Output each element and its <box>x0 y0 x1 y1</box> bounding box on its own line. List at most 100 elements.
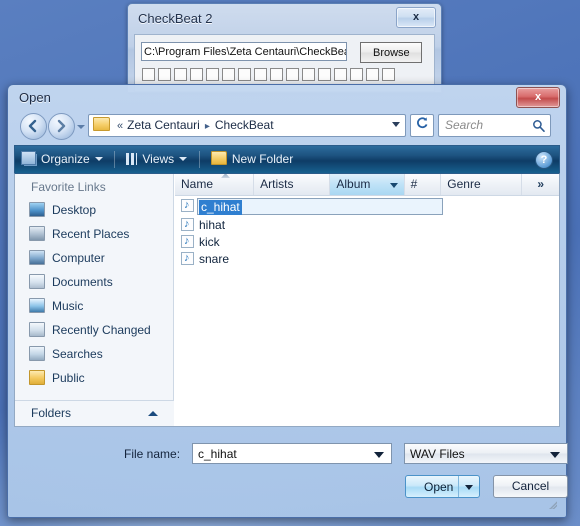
column-header-more[interactable]: » <box>522 174 559 195</box>
new-folder-icon <box>210 151 227 165</box>
breadcrumb-overflow-icon[interactable]: « <box>117 120 123 132</box>
beat-checkbox[interactable] <box>382 68 395 81</box>
column-header-track-number[interactable]: # <box>405 174 442 195</box>
beat-checkbox[interactable] <box>286 68 299 81</box>
sidebar-item-label: Documents <box>52 275 113 289</box>
new-folder-label: New Folder <box>231 152 294 166</box>
list-item-label: hihat <box>199 218 226 232</box>
sidebar-item-label: Music <box>52 299 84 313</box>
column-header-album[interactable]: Album <box>330 174 405 195</box>
column-header-genre[interactable]: Genre <box>441 174 523 195</box>
search-input[interactable]: Search <box>438 114 551 137</box>
chevron-up-icon[interactable] <box>148 411 158 416</box>
sidebar-item-desktop[interactable]: Desktop <box>15 198 173 222</box>
beat-checkbox[interactable] <box>206 68 219 81</box>
new-folder-button[interactable]: New Folder <box>205 146 299 173</box>
column-header-name[interactable]: Name <box>175 174 255 195</box>
navigation-buttons <box>20 113 86 140</box>
list-item-label: kick <box>199 235 220 249</box>
sidebar-item-label: Recently Changed <box>52 323 151 337</box>
close-icon[interactable]: x <box>516 87 560 108</box>
checkbeat-path-row: C:\Program Files\Zeta Centauri\CheckBea … <box>141 42 423 63</box>
folders-pane-toggle[interactable]: Folders <box>15 400 174 426</box>
checkbeat-titlebar[interactable]: CheckBeat 2 x <box>128 4 441 34</box>
checkbeat-title: CheckBeat 2 <box>138 11 213 26</box>
folder-icon <box>93 117 110 131</box>
sidebar-item-recently-changed[interactable]: Recently Changed <box>15 318 173 342</box>
beat-checkbox[interactable] <box>190 68 203 81</box>
sidebar-item-music[interactable]: Music <box>15 294 173 318</box>
beat-checkbox[interactable] <box>142 68 155 81</box>
dialog-titlebar[interactable]: Open x <box>8 85 566 111</box>
recently-changed-icon <box>29 322 45 337</box>
beat-checkbox[interactable] <box>318 68 331 81</box>
organize-icon <box>21 151 36 165</box>
breadcrumb-item-1[interactable]: CheckBeat <box>215 118 274 132</box>
list-item[interactable]: hihat <box>175 216 559 234</box>
file-type-select[interactable]: WAV Files <box>404 443 568 464</box>
column-label: » <box>537 177 545 191</box>
chevron-down-icon[interactable] <box>550 452 560 458</box>
back-icon[interactable] <box>20 113 47 140</box>
list-item[interactable]: c_hihat <box>175 197 559 217</box>
chevron-down-icon[interactable] <box>389 183 398 188</box>
sort-ascending-icon <box>221 174 230 178</box>
file-name-label: File name: <box>124 447 181 461</box>
list-item[interactable]: snare <box>175 250 559 268</box>
search-icon[interactable] <box>532 119 545 135</box>
file-name-input[interactable]: c_hihat <box>192 443 392 464</box>
address-bar[interactable]: « Zeta Centauri ▸ CheckBeat <box>88 114 406 137</box>
views-button[interactable]: Views <box>120 146 193 173</box>
open-button[interactable]: Open <box>405 475 480 498</box>
sidebar-item-searches[interactable]: Searches <box>15 342 173 366</box>
beat-checkbox[interactable] <box>158 68 171 81</box>
open-button-label: Open <box>424 480 454 494</box>
beat-checkbox[interactable] <box>270 68 283 81</box>
checkbeat-window[interactable]: CheckBeat 2 x C:\Program Files\Zeta Cent… <box>127 3 442 93</box>
sidebar-item-public[interactable]: Public <box>15 366 173 390</box>
beat-checkbox[interactable] <box>222 68 235 81</box>
rename-input[interactable]: c_hihat <box>197 198 443 215</box>
chevron-down-icon[interactable] <box>374 452 384 458</box>
file-list[interactable]: Name Artists Album # Genre » ♪ c_hihat ♪… <box>175 174 559 426</box>
sidebar-item-recent-places[interactable]: Recent Places <box>15 222 173 246</box>
sidebar-item-computer[interactable]: Computer <box>15 246 173 270</box>
browse-button[interactable]: Browse <box>360 42 423 63</box>
chevron-down-icon <box>94 157 103 161</box>
column-header-artists[interactable]: Artists <box>254 174 331 195</box>
recent-locations-chevron-down-icon[interactable] <box>75 114 86 139</box>
open-button-dropdown-icon[interactable] <box>458 476 479 497</box>
chevron-down-icon[interactable] <box>392 122 400 127</box>
favorite-links-sidebar: Favorite Links Desktop Recent Places Com… <box>15 174 174 426</box>
beat-checkbox[interactable] <box>254 68 267 81</box>
help-icon[interactable]: ? <box>535 151 553 169</box>
beat-checkbox[interactable] <box>366 68 379 81</box>
breadcrumb-separator-icon: ▸ <box>204 121 210 132</box>
beat-checkbox[interactable] <box>334 68 347 81</box>
beat-checkbox[interactable] <box>238 68 251 81</box>
beat-checkbox[interactable] <box>174 68 187 81</box>
open-file-dialog[interactable]: Open x « Zeta Centauri ▸ CheckBeat Search <box>7 84 568 518</box>
address-row: « Zeta Centauri ▸ CheckBeat Search <box>8 111 566 143</box>
forward-icon[interactable] <box>48 113 75 140</box>
beat-checkbox[interactable] <box>350 68 363 81</box>
close-icon[interactable]: x <box>396 7 436 28</box>
cancel-button[interactable]: Cancel <box>493 475 568 498</box>
refresh-icon[interactable] <box>410 114 434 137</box>
column-header-row: Name Artists Album # Genre » <box>175 174 559 196</box>
file-name-value: c_hihat <box>198 447 237 461</box>
beat-checkbox[interactable] <box>302 68 315 81</box>
public-folder-icon <box>29 370 45 385</box>
checkbeat-path-input[interactable]: C:\Program Files\Zeta Centauri\CheckBea <box>141 42 347 61</box>
file-type-value: WAV Files <box>410 447 465 461</box>
sidebar-item-documents[interactable]: Documents <box>15 270 173 294</box>
breadcrumb-item-0[interactable]: Zeta Centauri <box>127 118 200 132</box>
computer-icon <box>29 250 45 265</box>
resize-grip[interactable] <box>547 499 557 509</box>
organize-button[interactable]: Organize <box>15 146 109 173</box>
list-item[interactable]: kick <box>175 233 559 251</box>
music-note-icon <box>181 197 194 214</box>
recent-places-icon <box>29 226 45 241</box>
organize-label: Organize <box>41 152 90 166</box>
column-label: Artists <box>260 177 294 191</box>
